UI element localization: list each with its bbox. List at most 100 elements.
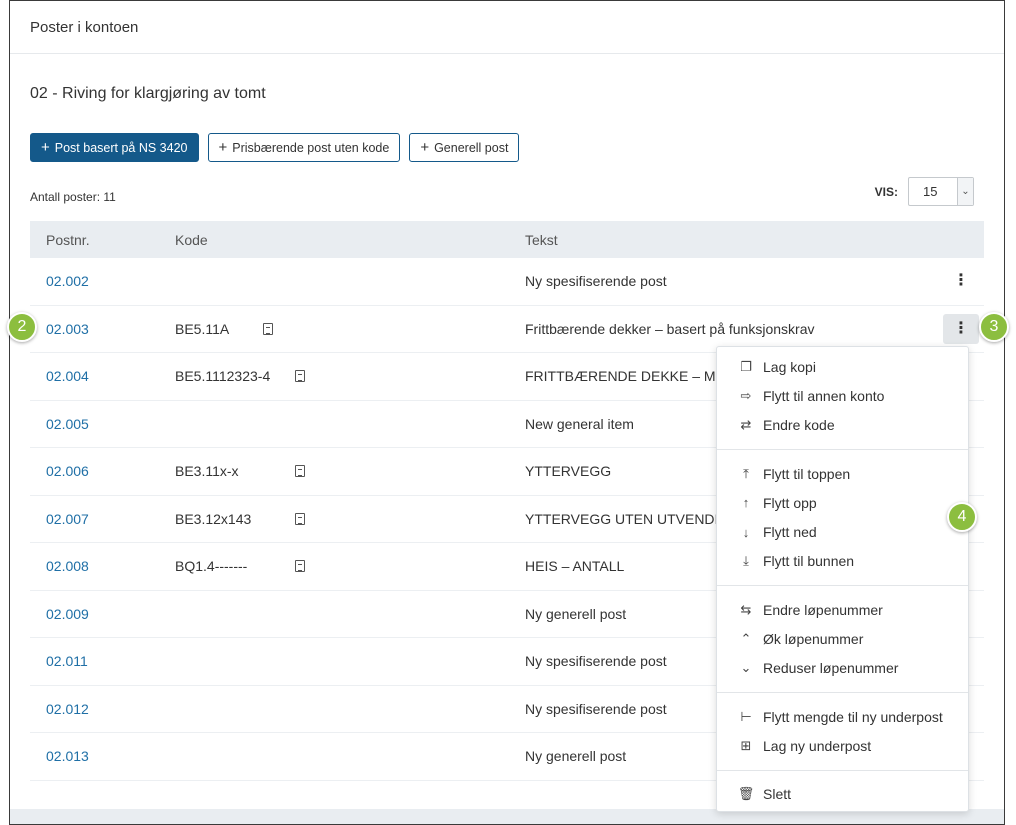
kode-cell: BQ1.4------- bbox=[175, 558, 525, 574]
kode-text: BE3.11x-x bbox=[175, 463, 239, 480]
kode-text: BQ1.4------- bbox=[175, 558, 248, 575]
document-icon[interactable] bbox=[295, 512, 305, 525]
chevron-down-icon: ⌄ bbox=[957, 178, 973, 205]
copy-icon: ❐ bbox=[740, 358, 752, 374]
postnr-link[interactable]: 02.003 bbox=[30, 321, 175, 337]
tekst-cell: Ny spesifiserende post bbox=[525, 273, 667, 290]
menu-item-move-quantity[interactable]: ⊢ Flytt mengde til ny underpost bbox=[717, 702, 968, 731]
table-row[interactable]: 02.002 Ny spesifiserende post ⋮ bbox=[30, 258, 984, 306]
more-options-icon[interactable]: ⋮ bbox=[943, 266, 979, 296]
double-chevron-down-icon: ⌄ bbox=[740, 660, 752, 676]
folder-plus-icon: ⊞ bbox=[740, 737, 752, 753]
callout-marker-2: 2 bbox=[7, 312, 37, 342]
postnr-link[interactable]: 02.006 bbox=[30, 463, 175, 479]
double-chevron-up-icon: ⌃ bbox=[740, 631, 752, 647]
menu-item-move-up[interactable]: ↑ Flytt opp bbox=[717, 488, 968, 517]
menu-item-label: Flytt til bunnen bbox=[763, 553, 855, 570]
add-ns3420-post-button[interactable]: + Post basert på NS 3420 bbox=[30, 133, 199, 162]
add-general-post-label: Generell post bbox=[434, 140, 509, 155]
action-buttons: + Post basert på NS 3420 + Prisbærende p… bbox=[30, 133, 520, 162]
plus-icon: + bbox=[218, 139, 228, 156]
postnr-link[interactable]: 02.008 bbox=[30, 558, 175, 574]
menu-divider bbox=[717, 585, 968, 587]
page-size-select[interactable]: 15 ⌄ bbox=[908, 177, 974, 206]
menu-item-label: Reduser løpenummer bbox=[763, 660, 899, 677]
add-priced-post-label: Prisbærende post uten kode bbox=[232, 140, 390, 155]
postnr-link[interactable]: 02.011 bbox=[30, 653, 175, 669]
header-tekst[interactable]: Tekst bbox=[525, 232, 938, 248]
menu-item-delete[interactable]: 🗑 Slett bbox=[717, 780, 968, 809]
page-size-control: VIS: 15 ⌄ bbox=[875, 177, 974, 206]
menu-item-label: Flytt mengde til ny underpost bbox=[763, 708, 943, 725]
menu-item-change-number[interactable]: ⇆ Endre løpenummer bbox=[717, 595, 968, 624]
menu-item-label: Lag ny underpost bbox=[763, 737, 872, 754]
plus-icon: + bbox=[420, 139, 430, 156]
kode-text: BE5.11A bbox=[175, 320, 230, 337]
post-count: Antall poster: 11 bbox=[30, 190, 116, 204]
callout-marker-3: 3 bbox=[979, 312, 1009, 342]
menu-item-new-subpost[interactable]: ⊞ Lag ny underpost bbox=[717, 731, 968, 760]
more-options-icon[interactable]: ⋮ bbox=[943, 313, 979, 344]
postnr-link[interactable]: 02.009 bbox=[30, 606, 175, 622]
document-icon[interactable] bbox=[295, 465, 305, 478]
page-size-label: VIS: bbox=[874, 184, 898, 199]
postnr-link[interactable]: 02.005 bbox=[30, 416, 175, 432]
menu-item-move-top[interactable]: ⤒ Flytt til toppen bbox=[717, 459, 968, 488]
add-ns3420-post-label: Post basert på NS 3420 bbox=[54, 140, 188, 155]
menu-item-increase-number[interactable]: ⌃ Øk løpenummer bbox=[717, 624, 968, 653]
kode-text: BE3.12x143 bbox=[175, 510, 252, 527]
header-postnr[interactable]: Postnr. bbox=[30, 232, 175, 248]
swap-icon: ⇆ bbox=[740, 601, 752, 617]
move-document-icon: ⇨ bbox=[740, 387, 752, 403]
menu-item-decrease-number[interactable]: ⌄ Reduser løpenummer bbox=[717, 654, 968, 683]
arrow-to-bottom-icon: ⤓ bbox=[743, 553, 749, 569]
panel-title: Poster i kontoen bbox=[10, 1, 1004, 54]
document-icon[interactable] bbox=[295, 370, 305, 383]
menu-item-label: Øk løpenummer bbox=[763, 631, 864, 648]
postnr-link[interactable]: 02.007 bbox=[30, 511, 175, 527]
callout-marker-4: 4 bbox=[947, 502, 977, 532]
plus-icon: + bbox=[41, 139, 50, 156]
table-header: Postnr. Kode Tekst bbox=[30, 221, 984, 258]
menu-item-label: Flytt til toppen bbox=[763, 465, 851, 482]
postnr-link[interactable]: 02.012 bbox=[30, 701, 175, 717]
kode-cell: BE3.12x143 bbox=[175, 511, 525, 527]
menu-item-label: Lag kopi bbox=[763, 358, 816, 375]
swap-icon: ⇄ bbox=[740, 417, 752, 433]
menu-item-label: Endre løpenummer bbox=[763, 601, 883, 618]
row-context-menu: ❐ Lag kopi ⇨ Flytt til annen konto ⇄ Endre … bbox=[716, 346, 969, 812]
menu-divider bbox=[717, 691, 968, 693]
add-priced-post-button[interactable]: + Prisbærende post uten kode bbox=[207, 133, 401, 162]
postnr-link[interactable]: 02.013 bbox=[30, 748, 175, 764]
menu-divider bbox=[717, 448, 968, 450]
kode-cell: BE5.11A bbox=[175, 321, 525, 337]
arrow-down-icon: ↓ bbox=[742, 524, 750, 540]
page-size-value: 15 bbox=[923, 184, 938, 199]
menu-item-label: Endre kode bbox=[763, 417, 835, 434]
menu-item-move-account[interactable]: ⇨ Flytt til annen konto bbox=[717, 381, 968, 410]
postnr-link[interactable]: 02.002 bbox=[30, 273, 175, 289]
arrow-to-top-icon: ⤒ bbox=[743, 465, 749, 481]
kode-cell: BE3.11x-x bbox=[175, 463, 525, 479]
kode-cell: BE5.1112323-4 bbox=[175, 368, 525, 384]
kode-text: BE5.1112323-4 bbox=[175, 368, 271, 385]
hierarchy-icon: ⊢ bbox=[740, 708, 752, 724]
postnr-link[interactable]: 02.004 bbox=[30, 368, 175, 384]
menu-item-label: Slett bbox=[763, 786, 792, 803]
section-title: 02 - Riving for klargjøring av tomt bbox=[30, 85, 266, 102]
document-icon[interactable] bbox=[263, 322, 273, 335]
menu-item-move-down[interactable]: ↓ Flytt ned bbox=[717, 517, 968, 546]
menu-item-label: Flytt opp bbox=[763, 494, 817, 511]
trash-icon: 🗑 bbox=[737, 786, 755, 802]
menu-item-change-code[interactable]: ⇄ Endre kode bbox=[717, 411, 968, 440]
arrow-up-icon: ↑ bbox=[742, 495, 750, 511]
document-icon[interactable] bbox=[295, 560, 305, 573]
menu-divider bbox=[717, 769, 968, 771]
add-general-post-button[interactable]: + Generell post bbox=[409, 133, 520, 162]
menu-item-copy[interactable]: ❐ Lag kopi bbox=[717, 352, 968, 381]
tekst-cell: Frittbærende dekker – basert på funksjon… bbox=[525, 320, 815, 337]
menu-item-label: Flytt ned bbox=[763, 524, 817, 541]
header-kode[interactable]: Kode bbox=[175, 232, 525, 248]
menu-item-label: Flytt til annen konto bbox=[763, 387, 885, 404]
menu-item-move-bottom[interactable]: ⤓ Flytt til bunnen bbox=[717, 547, 968, 576]
